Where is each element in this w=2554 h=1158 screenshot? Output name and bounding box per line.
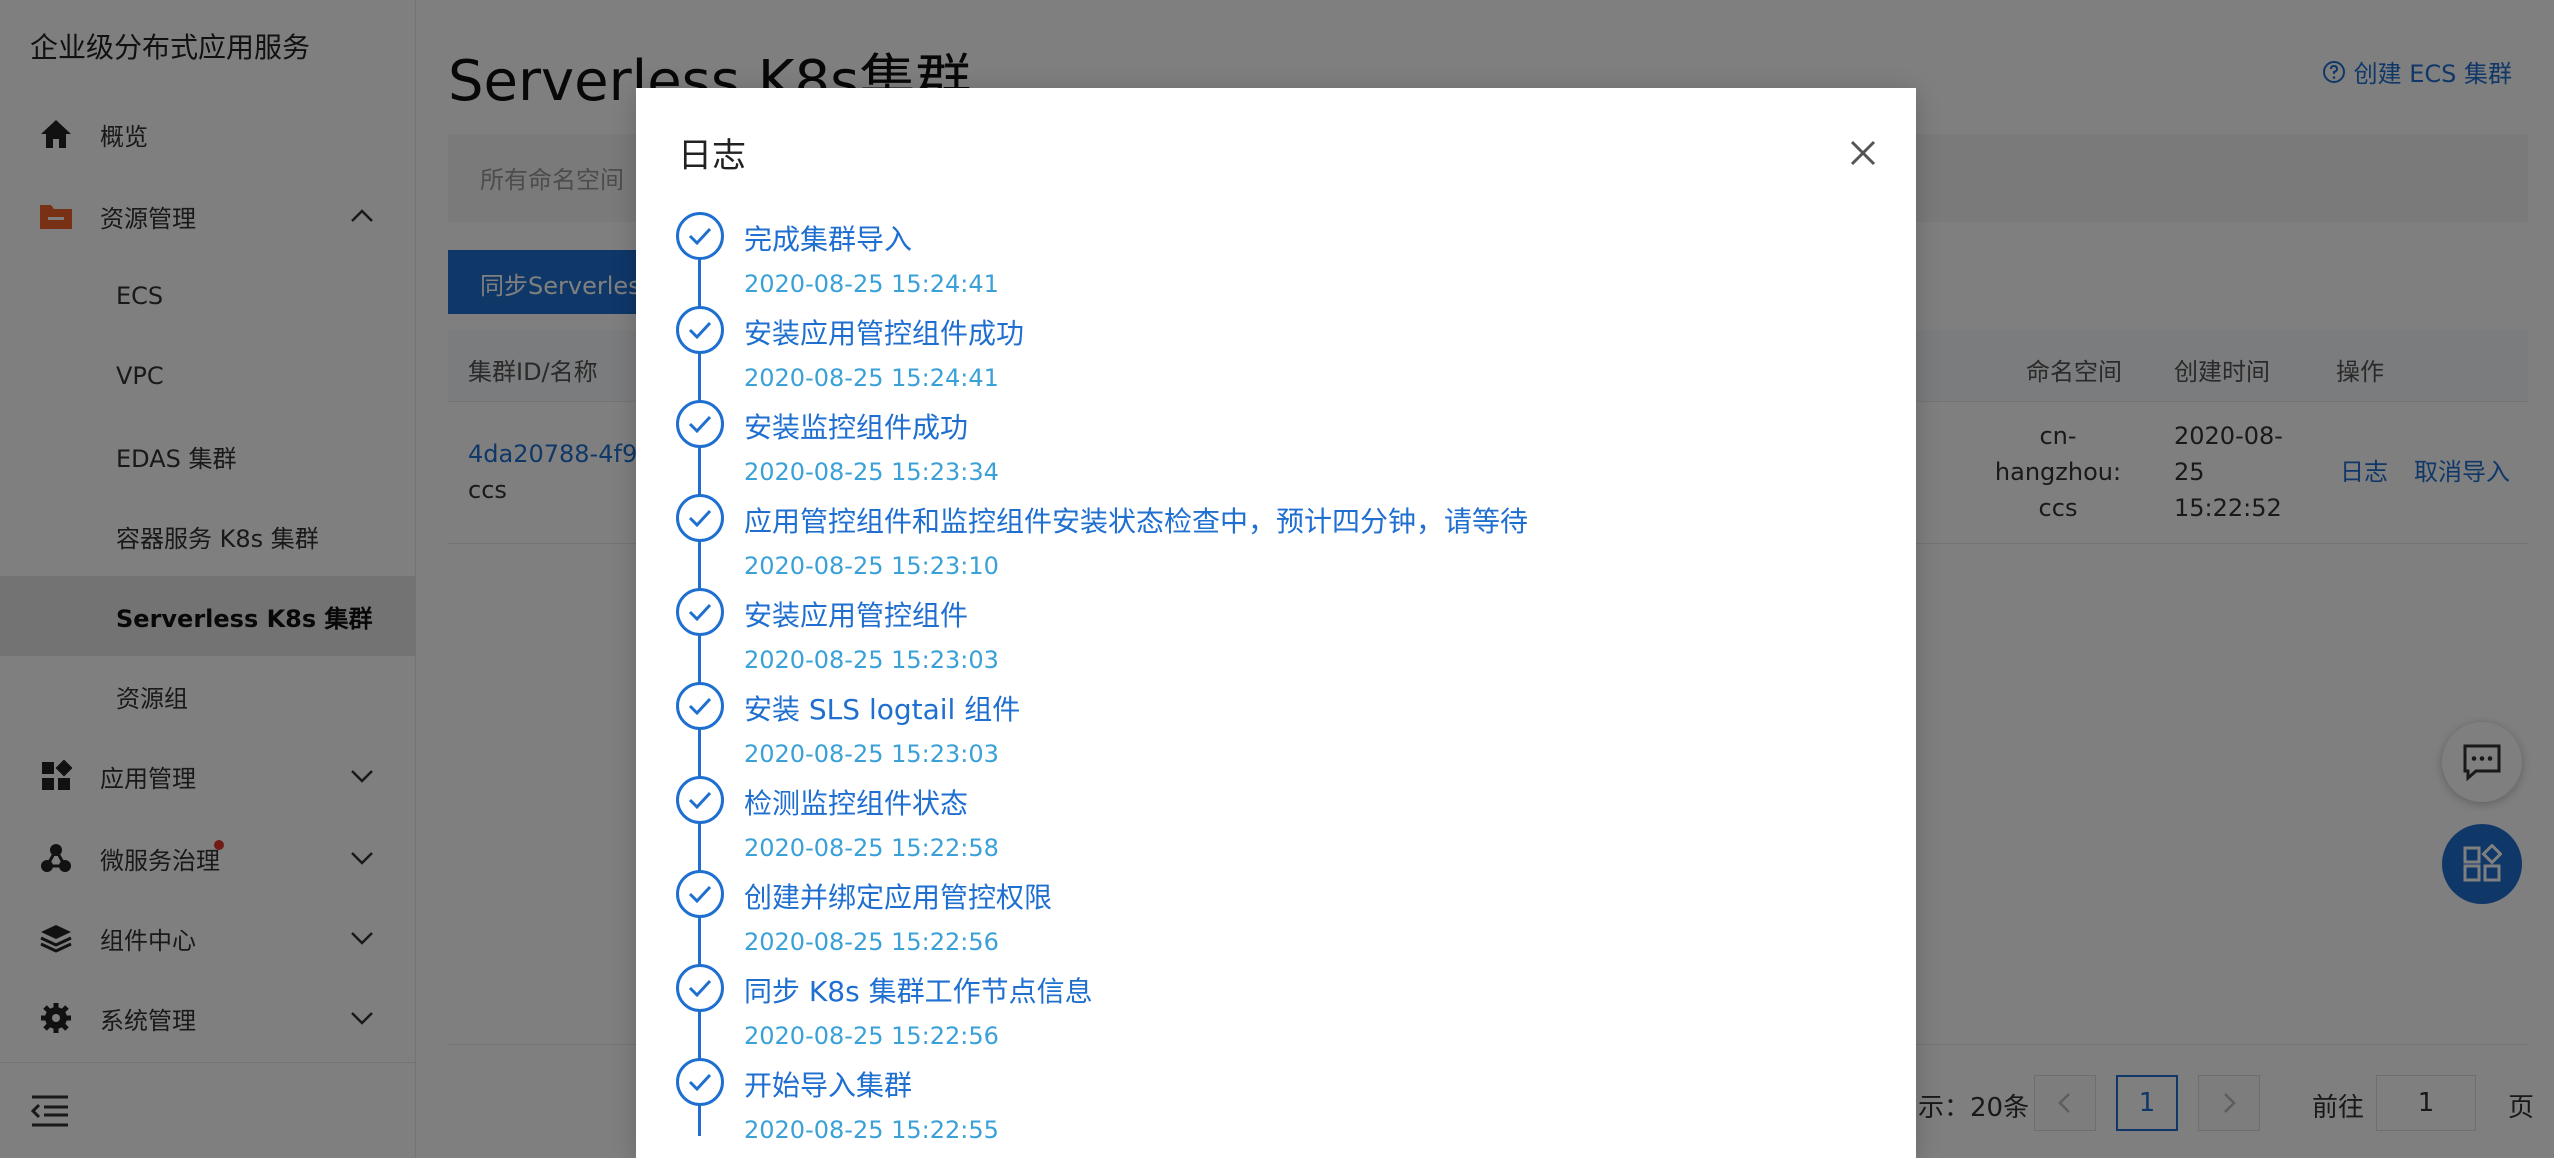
timeline-time: 2020-08-25 15:22:55: [744, 1116, 999, 1144]
timeline-title: 安装 SLS logtail 组件: [744, 693, 1021, 726]
check-circle-icon: [676, 1058, 724, 1106]
check-circle-icon: [676, 776, 724, 824]
timeline-title: 同步 K8s 集群工作节点信息: [744, 975, 1093, 1008]
check-circle-icon: [676, 212, 724, 260]
timeline-title: 完成集群导入: [744, 223, 913, 256]
timeline-title: 创建并绑定应用管控权限: [744, 881, 1053, 914]
timeline-title: 开始导入集群: [744, 1069, 913, 1102]
timeline-title: 安装监控组件成功: [744, 411, 969, 444]
timeline-time: 2020-08-25 15:22:56: [744, 1022, 999, 1050]
timeline-time: 2020-08-25 15:24:41: [744, 270, 999, 298]
timeline-time: 2020-08-25 15:23:03: [744, 646, 999, 674]
timeline-title: 安装应用管控组件成功: [744, 317, 1025, 350]
timeline-item: 安装应用管控组件 2020-08-25 15:23:03: [636, 588, 1916, 682]
timeline-item: 同步 K8s 集群工作节点信息 2020-08-25 15:22:56: [636, 964, 1916, 1058]
timeline-title: 检测监控组件状态: [744, 787, 969, 820]
timeline-time: 2020-08-25 15:23:10: [744, 552, 999, 580]
timeline-item: 应用管控组件和监控组件安装状态检查中，预计四分钟，请等待 2020-08-25 …: [636, 494, 1916, 588]
timeline-title: 安装应用管控组件: [744, 599, 969, 632]
timeline-item: 创建并绑定应用管控权限 2020-08-25 15:22:56: [636, 870, 1916, 964]
check-circle-icon: [676, 306, 724, 354]
timeline-time: 2020-08-25 15:22:58: [744, 834, 999, 862]
check-circle-icon: [676, 400, 724, 448]
check-circle-icon: [676, 494, 724, 542]
timeline-item: 安装 SLS logtail 组件 2020-08-25 15:23:03: [636, 682, 1916, 776]
timeline-item: 完成集群导入 2020-08-25 15:24:41: [636, 212, 1916, 306]
log-modal: 日志 完成集群导入 2020-08-25 15:24:41 安装应用管控组件成功…: [636, 88, 1916, 1158]
close-icon[interactable]: [1848, 138, 1878, 168]
timeline-time: 2020-08-25 15:23:34: [744, 458, 999, 486]
timeline-item: 安装监控组件成功 2020-08-25 15:23:34: [636, 400, 1916, 494]
timeline-item: 开始导入集群 2020-08-25 15:22:55: [636, 1058, 1916, 1152]
timeline-item: 检测监控组件状态 2020-08-25 15:22:58: [636, 776, 1916, 870]
check-circle-icon: [676, 682, 724, 730]
check-circle-icon: [676, 964, 724, 1012]
timeline-time: 2020-08-25 15:24:41: [744, 364, 999, 392]
timeline-time: 2020-08-25 15:23:03: [744, 740, 999, 768]
check-circle-icon: [676, 588, 724, 636]
timeline-title: 应用管控组件和监控组件安装状态检查中，预计四分钟，请等待: [744, 505, 1529, 538]
timeline-time: 2020-08-25 15:22:56: [744, 928, 999, 956]
timeline-item: 安装应用管控组件成功 2020-08-25 15:24:41: [636, 306, 1916, 400]
modal-title: 日志: [678, 136, 746, 176]
check-circle-icon: [676, 870, 724, 918]
